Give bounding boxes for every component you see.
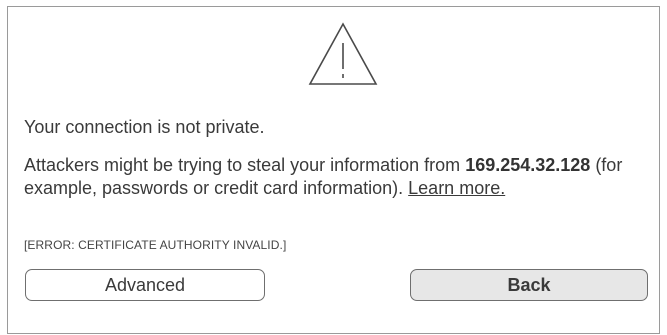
warning-headline: Your connection is not private. <box>24 117 265 137</box>
advanced-button-label: Advanced <box>104 274 186 295</box>
message-text-before: Attackers might be trying to steal your … <box>24 155 466 175</box>
warning-message: Attackers might be trying to steal your … <box>24 154 624 200</box>
interstitial-panel: Your connection is not private. Attacker… <box>7 6 660 334</box>
back-button[interactable]: Back <box>410 269 648 301</box>
back-button-label: Back <box>507 274 551 295</box>
learn-more-link[interactable]: Learn more. <box>408 178 505 198</box>
host-address: 169.254.32.128 <box>465 155 591 175</box>
warning-triangle-icon <box>308 22 378 85</box>
advanced-button[interactable]: Advanced <box>25 269 265 301</box>
error-code: [ERROR: CERTIFICATE AUTHORITY INVALID.] <box>24 238 287 252</box>
